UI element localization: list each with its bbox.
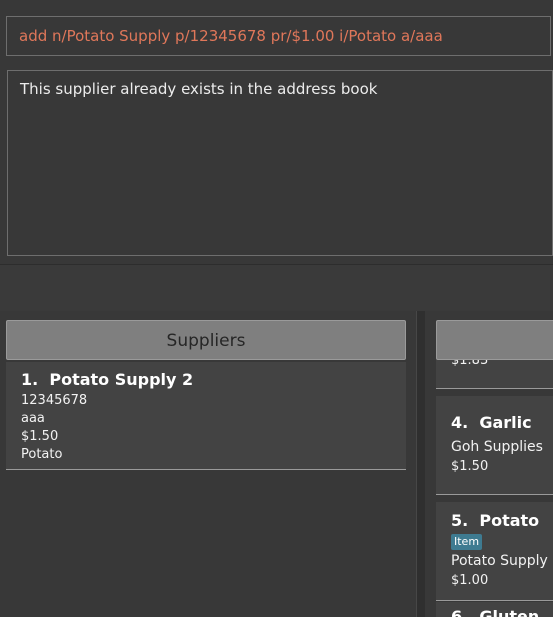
supplier-phone: 12345678 <box>21 393 88 408</box>
supplier-title: 1. Potato Supply 2 <box>21 370 193 389</box>
command-box[interactable]: add n/Potato Supply p/12345678 pr/$1.00 … <box>6 16 551 56</box>
item-index: 6. <box>451 607 469 617</box>
result-message: This supplier already exists in the addr… <box>20 80 378 98</box>
item-index: 4. <box>451 413 469 432</box>
supplier-item: Potato <box>21 447 63 462</box>
item-name: Garlic <box>479 413 532 432</box>
item-price: $1.50 <box>451 459 489 474</box>
supplier-price: $1.50 <box>21 429 59 444</box>
status-bar <box>0 264 553 312</box>
command-input[interactable]: add n/Potato Supply p/12345678 pr/$1.00 … <box>19 17 542 55</box>
item-card[interactable]: 6. Gluten <box>436 602 553 617</box>
item-name: Potato <box>479 511 540 530</box>
item-supplier: Potato Supply <box>451 553 548 569</box>
item-title: 6. Gluten <box>451 607 539 617</box>
supplier-index: 1. <box>21 370 39 389</box>
item-card[interactable]: 4. Garlic Goh Supplies $1.50 <box>436 396 553 495</box>
supplier-address: aaa <box>21 411 45 426</box>
result-display: This supplier already exists in the addr… <box>7 70 553 256</box>
items-header <box>436 320 553 360</box>
item-card[interactable]: 5. Potato Item Potato Supply $1.00 <box>436 502 553 601</box>
supplier-name: Potato Supply 2 <box>49 370 194 389</box>
item-index: 5. <box>451 511 469 530</box>
suppliers-header: Suppliers <box>6 320 406 360</box>
supplier-card[interactable]: 1. Potato Supply 2 12345678 aaa $1.50 Po… <box>6 362 406 470</box>
item-title: 4. Garlic <box>451 413 532 432</box>
item-tag: Item <box>451 534 483 550</box>
item-title: 5. Potato <box>451 511 539 530</box>
item-card-partial[interactable]: $1.83 <box>436 355 553 389</box>
item-supplier: Goh Supplies <box>451 439 543 455</box>
item-price: $1.00 <box>451 573 489 588</box>
item-name: Gluten <box>479 607 540 617</box>
